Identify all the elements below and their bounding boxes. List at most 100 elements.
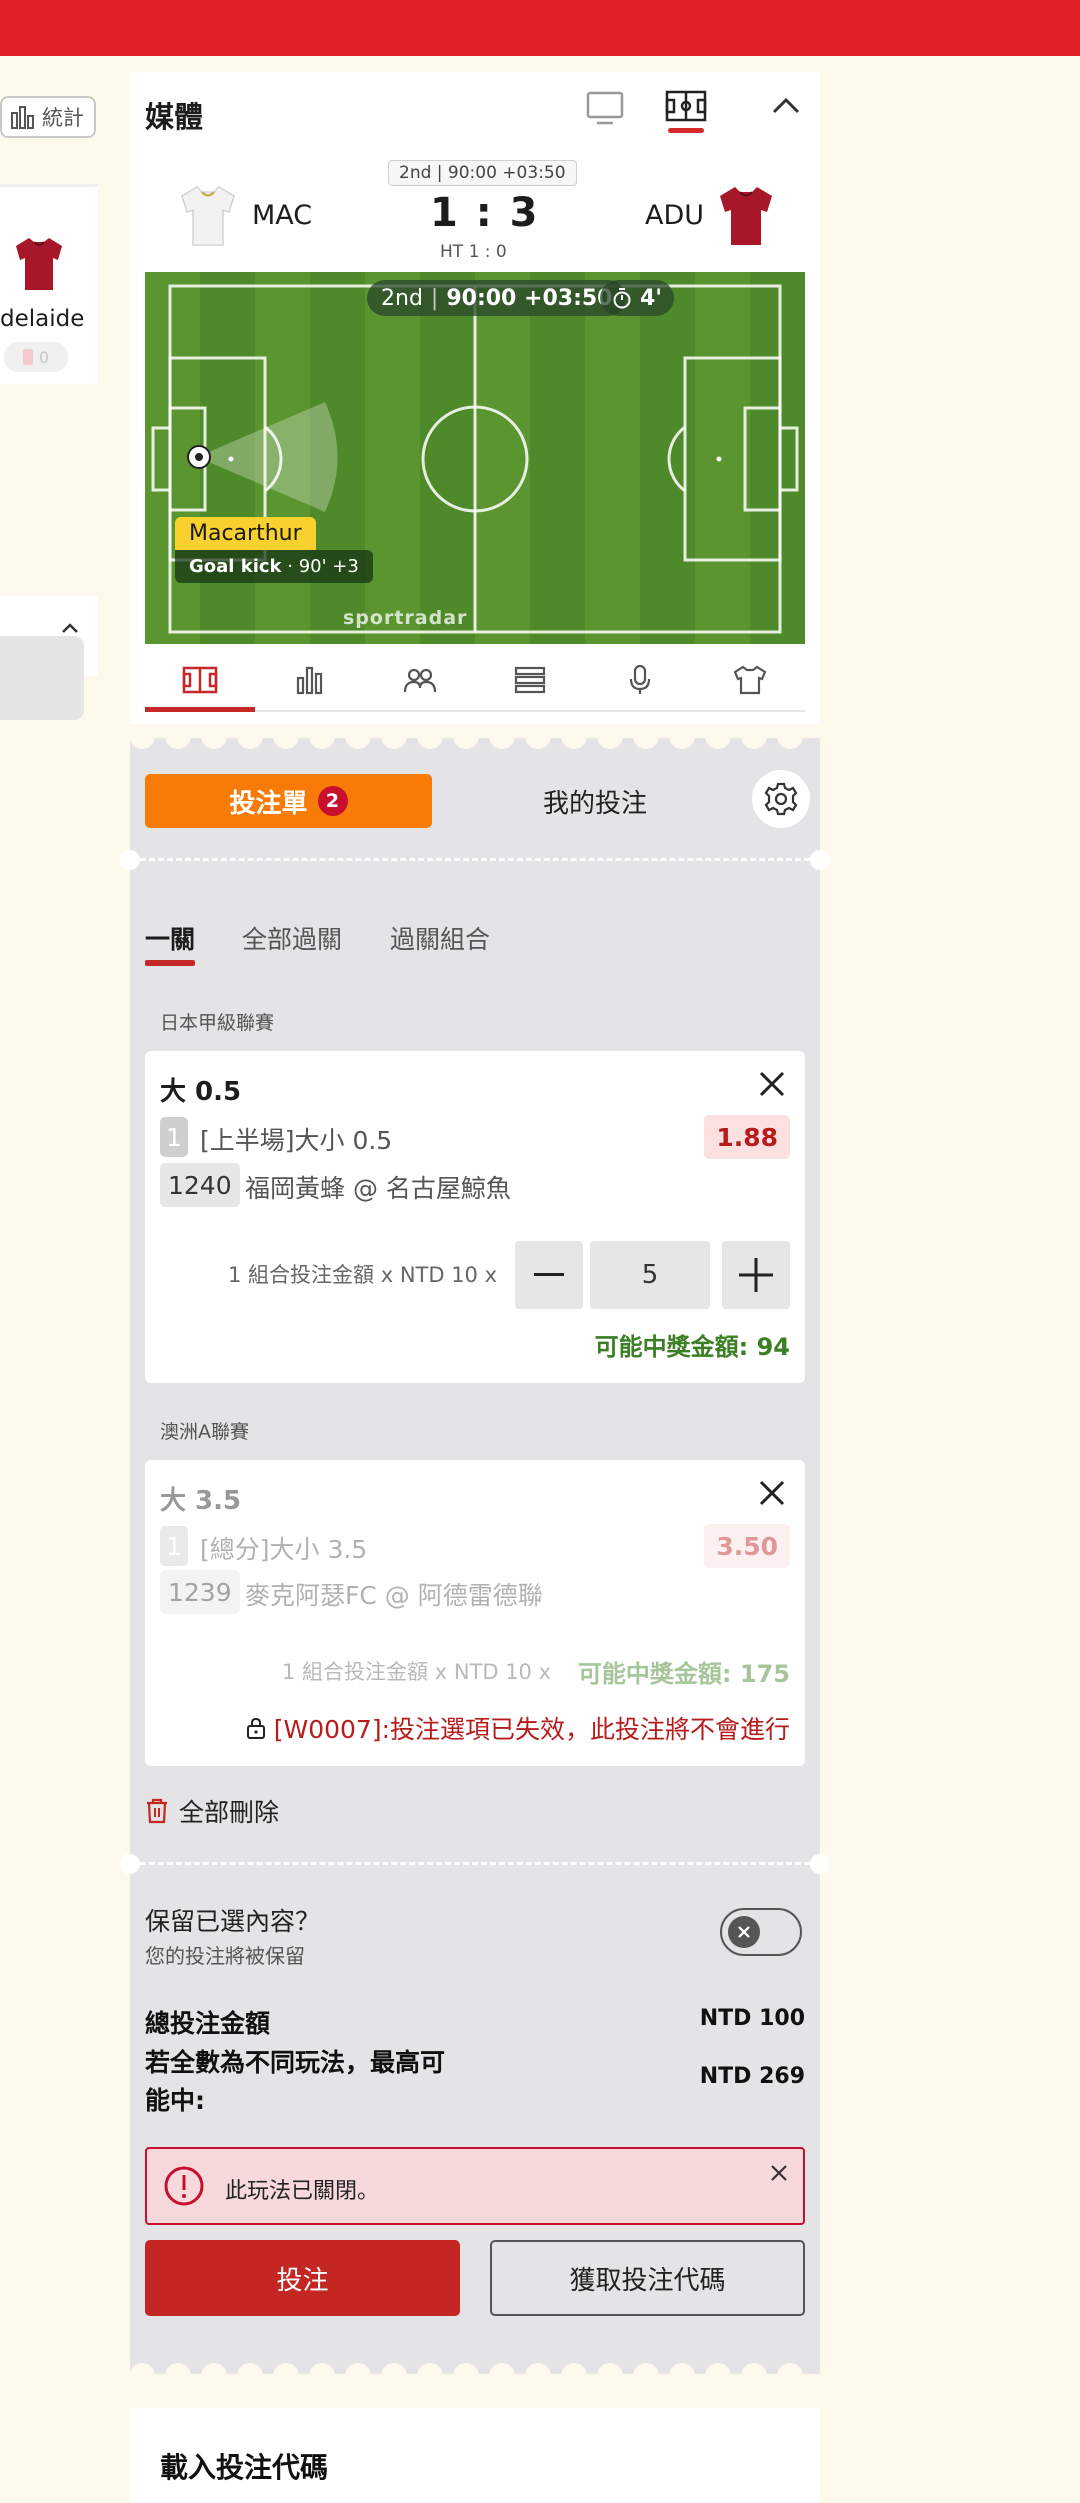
media-panel: 媒體 2nd | 90:00 +03:50 MAC 1 : 3 HT 1 : 0… <box>130 72 820 724</box>
bar-chart-icon <box>296 666 323 695</box>
stopwatch-icon <box>613 288 631 309</box>
stake-label: 1 組合投注金額 x NTD 10 x <box>228 1263 498 1287</box>
tab-stats[interactable] <box>255 650 365 710</box>
decrease-button[interactable] <box>515 1241 583 1309</box>
odds: 3.50 <box>704 1524 790 1568</box>
microphone-icon <box>629 664 651 694</box>
top-bar <box>0 0 1080 56</box>
notch-right <box>810 1854 830 1874</box>
pitch-clock-chip: 2nd | 90:00 +03:50 <box>367 280 627 316</box>
away-team: ADU <box>645 200 705 231</box>
tab-lineups[interactable] <box>365 650 475 710</box>
bet-card-invalid: 大 3.5 1 [總分]大小 3.5 3.50 1239 麥克阿瑟FC @ 阿德… <box>145 1460 805 1766</box>
load-bet-code-title: 載入投注代碼 <box>160 2451 329 2484</box>
close-icon[interactable] <box>769 2163 789 2183</box>
match-id: 1240 <box>160 1163 240 1207</box>
odds: 1.88 <box>704 1115 790 1159</box>
divider <box>140 1862 810 1865</box>
event-description: Goal kick · 90' +3 <box>175 550 373 583</box>
home-shirt-icon <box>181 186 235 246</box>
field-icon[interactable] <box>665 90 707 124</box>
stats-button[interactable]: 統計 <box>0 96 96 138</box>
tab-bet-slip[interactable]: 投注單 2 <box>145 774 432 828</box>
tab-parlay[interactable]: 全部過關 <box>242 920 342 956</box>
max-win-label-cont: 能中: <box>145 2086 205 2115</box>
load-bet-code-panel[interactable]: 載入投注代碼 <box>130 2408 820 2503</box>
error-message: [W0007]:投注選項已失效，此投注將不會進行 <box>246 1710 790 1746</box>
red-card-count: 0 <box>4 342 68 372</box>
active-tab-indicator <box>145 707 255 712</box>
keep-selections-toggle[interactable] <box>720 1908 802 1956</box>
tab-my-bets[interactable]: 我的投注 <box>470 774 720 828</box>
field-icon <box>182 666 218 694</box>
stats-label: 統計 <box>42 106 84 130</box>
league-name: 澳洲A聯賽 <box>160 1421 249 1443</box>
home-team: MAC <box>252 200 313 231</box>
increase-button[interactable] <box>722 1241 790 1309</box>
market-badge: 1 <box>160 1526 188 1566</box>
score: 1 : 3 <box>430 190 540 236</box>
half-time-score: HT 1 : 0 <box>440 242 507 262</box>
chevron-up-icon[interactable] <box>770 94 802 116</box>
tab-single[interactable]: 一關 <box>145 920 195 956</box>
period-clock: 2nd | 90:00 +03:50 <box>388 160 577 186</box>
tab-system[interactable]: 過關組合 <box>390 920 490 956</box>
total-stake-value: NTD 100 <box>699 2006 805 2031</box>
trash-icon <box>147 1798 167 1824</box>
divider <box>140 858 810 861</box>
media-title: 媒體 <box>145 100 204 134</box>
shirt-icon <box>733 665 767 695</box>
potential-win: 可能中獎金額: 94 <box>594 1333 790 1361</box>
red-card-icon <box>22 349 33 365</box>
tab-timeline[interactable] <box>475 650 585 710</box>
max-win-label: 若全數為不同玩法，最高可 <box>145 2048 446 2077</box>
market-badge: 1 <box>160 1117 188 1157</box>
keep-selections-title: 保留已選內容？ <box>145 1907 321 1936</box>
close-icon[interactable] <box>757 1069 787 1099</box>
active-sub-tab-indicator <box>145 960 195 966</box>
bet-slip: 投注單 2 我的投注 一關 全部過關 過關組合 日本甲級聯賽 大 0.5 1 [… <box>120 736 830 2376</box>
stake-label: 1 組合投注金額 x NTD 10 x <box>282 1660 552 1684</box>
notch-left <box>120 1854 140 1874</box>
alert-message: 此玩法已關閉。 <box>225 2179 380 2204</box>
placeholder-block <box>0 636 84 720</box>
added-time-chip: 4' <box>600 280 675 316</box>
tv-icon[interactable] <box>585 90 625 126</box>
gear-icon <box>764 782 798 816</box>
market-name: [總分]大小 3.5 <box>200 1535 368 1564</box>
close-icon[interactable] <box>757 1478 787 1508</box>
minus-icon <box>534 1273 564 1276</box>
pitch-drawing <box>145 272 805 644</box>
tab-commentary[interactable] <box>585 650 695 710</box>
players-icon <box>403 668 437 693</box>
pitch-event-label: Macarthur Goal kick · 90' +3 <box>175 517 373 583</box>
selection-name: 大 3.5 <box>160 1486 242 1516</box>
scallop-edge <box>130 2363 820 2376</box>
event-team: Macarthur <box>175 517 316 550</box>
alert-icon <box>164 2166 204 2206</box>
away-shirt-icon <box>16 238 62 290</box>
total-stake-label: 總投注金額 <box>145 2009 271 2038</box>
delete-all-button[interactable]: 全部刪除 <box>145 1793 279 1829</box>
sportradar-logo: sportradar <box>343 607 468 629</box>
selection-name: 大 0.5 <box>160 1077 242 1107</box>
place-bet-button[interactable]: 投注 <box>145 2240 460 2316</box>
max-win-value: NTD 269 <box>699 2064 805 2089</box>
league-name: 日本甲級聯賽 <box>160 1012 275 1034</box>
keep-selections-subtitle: 您的投注將被保留 <box>145 1944 305 1968</box>
tab-field[interactable] <box>145 650 255 712</box>
bar-chart-icon <box>11 106 34 129</box>
lock-icon <box>246 1717 265 1739</box>
list-icon <box>514 666 546 694</box>
plus-icon <box>739 1258 773 1292</box>
alert-banner: 此玩法已關閉。 <box>145 2147 805 2225</box>
stake-input[interactable] <box>590 1241 710 1309</box>
get-bet-code-button[interactable]: 獲取投注代碼 <box>490 2240 805 2316</box>
close-icon <box>738 1926 750 1938</box>
tab-kits[interactable] <box>695 650 805 710</box>
away-shirt-icon <box>720 187 772 245</box>
settings-button[interactable] <box>752 770 810 828</box>
field-tab-indicator <box>668 128 704 133</box>
market-name: [上半場]大小 0.5 <box>200 1126 393 1155</box>
match-name: 麥克阿瑟FC @ 阿德雷德聯 <box>245 1581 543 1610</box>
